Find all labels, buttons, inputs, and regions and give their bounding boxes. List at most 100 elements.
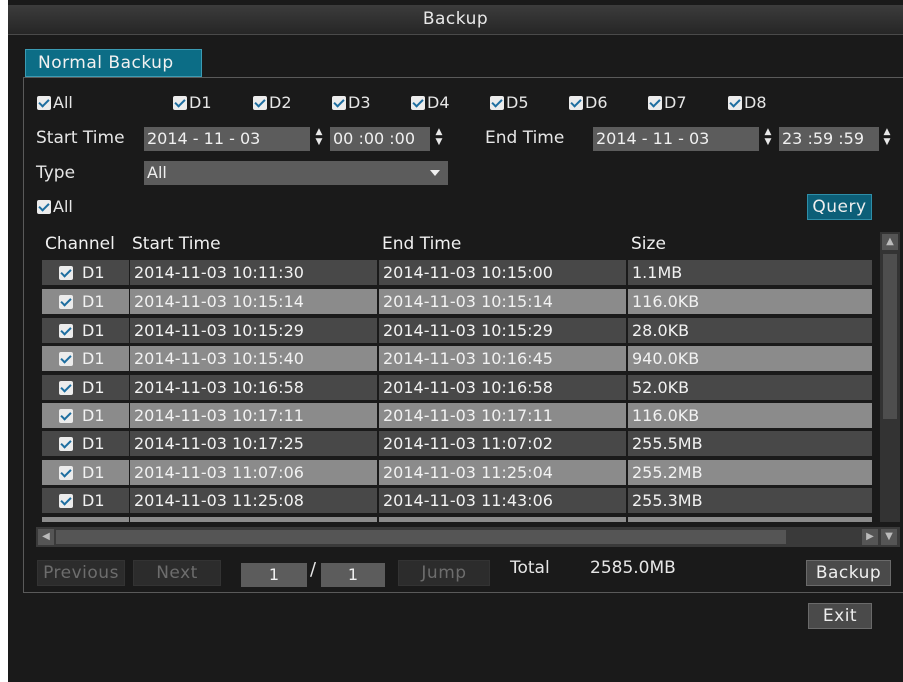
checkbox-checked-icon <box>411 96 425 110</box>
vertical-scrollbar[interactable]: ▲ <box>880 232 900 522</box>
window-title: Backup <box>422 9 489 29</box>
size-cell: 28.0KB <box>628 318 872 343</box>
channel-value: D1 <box>82 406 105 425</box>
scroll-up-icon[interactable]: ▲ <box>882 234 898 250</box>
title-bar: Backup <box>8 5 903 35</box>
table-row[interactable]: D1 2014-11-03 11:07:06 2014-11-03 11:25:… <box>34 460 872 487</box>
table-row[interactable]: D1 2014-11-03 10:15:29 2014-11-03 10:15:… <box>34 318 872 345</box>
table-row[interactable] <box>34 517 872 522</box>
checkbox-checked-icon <box>490 96 504 110</box>
table-row[interactable]: D1 2014-11-03 10:15:14 2014-11-03 10:15:… <box>34 289 872 316</box>
jump-button[interactable]: Jump <box>398 560 490 586</box>
query-button[interactable]: Query <box>807 194 872 220</box>
size-cell: 116.0KB <box>628 403 872 428</box>
scroll-left-icon[interactable]: ◀ <box>38 529 54 545</box>
table-row[interactable]: D1 2014-11-03 10:17:11 2014-11-03 10:17:… <box>34 403 872 430</box>
end-time-cell: 2014-11-03 10:16:45 <box>379 346 626 371</box>
previous-button[interactable]: Previous <box>37 560 125 586</box>
row-checkbox[interactable] <box>59 466 73 480</box>
channel-value: D1 <box>82 349 105 368</box>
channel-cell <box>42 517 129 522</box>
checkbox-checked-icon <box>332 96 346 110</box>
end-time-field[interactable]: 23 :59 :59 <box>779 127 879 151</box>
type-select[interactable]: All <box>144 161 448 185</box>
table-header: Channel Start Time End Time Size <box>34 232 872 258</box>
row-checkbox[interactable] <box>59 266 73 280</box>
channel-d1-label: D1 <box>189 93 212 112</box>
horizontal-scroll-thumb[interactable] <box>56 530 786 544</box>
channel-value: D1 <box>82 292 105 311</box>
channel-value: D1 <box>82 378 105 397</box>
exit-button[interactable]: Exit <box>808 603 872 629</box>
results-table: Channel Start Time End Time Size D1 2014… <box>34 232 872 522</box>
end-time-cell: 2014-11-03 11:43:06 <box>379 488 626 513</box>
size-cell: 255.5MB <box>628 431 872 456</box>
start-time-cell: 2014-11-03 11:25:08 <box>130 488 377 513</box>
channel-d2-label: D2 <box>269 93 292 112</box>
tab-normal-backup[interactable]: Normal Backup <box>25 49 202 77</box>
page-separator: / <box>310 559 317 580</box>
start-date-spinner-icon[interactable]: ▲ ▼ <box>312 127 326 151</box>
row-checkbox[interactable] <box>59 324 73 338</box>
size-cell: 255.3MB <box>628 488 872 513</box>
end-time-cell: 2014-11-03 11:25:04 <box>379 460 626 485</box>
row-checkbox[interactable] <box>59 409 73 423</box>
channel-d8-label: D8 <box>744 93 767 112</box>
checkbox-checked-icon <box>648 96 662 110</box>
horizontal-scrollbar[interactable]: ◀ ▶ ▼ <box>36 527 900 547</box>
channel-d7-label: D7 <box>664 93 687 112</box>
table-row[interactable]: D1 2014-11-03 10:11:30 2014-11-03 10:15:… <box>34 260 872 287</box>
scroll-down-icon[interactable]: ▼ <box>881 529 897 545</box>
size-cell: 52.0KB <box>628 375 872 400</box>
channel-value: D1 <box>82 434 105 453</box>
total-size-value: 2585.0MB <box>590 558 676 578</box>
channel-d6-label: D6 <box>585 93 608 112</box>
end-time-cell: 2014-11-03 10:17:11 <box>379 403 626 428</box>
page-number-input[interactable]: 1 <box>241 563 307 587</box>
table-row[interactable]: D1 2014-11-03 10:15:40 2014-11-03 10:16:… <box>34 346 872 373</box>
start-time-field[interactable]: 00 :00 :00 <box>330 127 430 151</box>
scroll-right-icon[interactable]: ▶ <box>862 529 878 545</box>
vertical-scroll-thumb[interactable] <box>883 254 897 419</box>
channel-d3-label: D3 <box>348 93 371 112</box>
channel-value: D1 <box>82 491 105 510</box>
size-cell: 1.1MB <box>628 260 872 285</box>
size-cell <box>628 517 872 522</box>
table-row[interactable]: D1 2014-11-03 10:16:58 2014-11-03 10:16:… <box>34 375 872 402</box>
table-row[interactable]: D1 2014-11-03 11:25:08 2014-11-03 11:43:… <box>34 488 872 515</box>
size-cell: 940.0KB <box>628 346 872 371</box>
end-time-cell: 2014-11-03 10:15:00 <box>379 260 626 285</box>
start-date-field[interactable]: 2014 - 11 - 03 <box>144 127 310 151</box>
start-time-cell: 2014-11-03 10:15:29 <box>130 318 377 343</box>
checkbox-checked-icon <box>173 96 187 110</box>
end-date-field[interactable]: 2014 - 11 - 03 <box>593 127 759 151</box>
backup-button[interactable]: Backup <box>806 560 891 586</box>
start-time-cell: 2014-11-03 10:17:25 <box>130 431 377 456</box>
size-cell: 255.2MB <box>628 460 872 485</box>
start-time-spinner-icon[interactable]: ▲ ▼ <box>432 127 446 151</box>
type-label: Type <box>36 163 76 183</box>
row-checkbox[interactable] <box>59 437 73 451</box>
total-pages-field: 1 <box>321 563 385 587</box>
total-label: Total <box>510 558 550 578</box>
row-checkbox[interactable] <box>59 494 73 508</box>
checkbox-checked-icon <box>569 96 583 110</box>
channel-d5-label: D5 <box>506 93 529 112</box>
start-time-label: Start Time <box>36 128 125 148</box>
header-size: Size <box>631 234 666 254</box>
checkbox-checked-icon <box>728 96 742 110</box>
start-time-cell: 2014-11-03 11:07:06 <box>130 460 377 485</box>
next-button[interactable]: Next <box>133 560 221 586</box>
row-checkbox[interactable] <box>59 295 73 309</box>
end-time-spinner-icon[interactable]: ▲ ▼ <box>880 127 894 151</box>
row-checkbox[interactable] <box>59 381 73 395</box>
checkbox-checked-icon <box>253 96 267 110</box>
backup-window: Backup Normal Backup All D1 D2 D3 D4 D5 … <box>8 0 903 682</box>
channel-value: D1 <box>82 463 105 482</box>
row-checkbox[interactable] <box>59 352 73 366</box>
end-time-label: End Time <box>485 128 565 148</box>
table-row[interactable]: D1 2014-11-03 10:17:25 2014-11-03 11:07:… <box>34 431 872 458</box>
start-time-cell: 2014-11-03 10:11:30 <box>130 260 377 285</box>
end-date-spinner-icon[interactable]: ▲ ▼ <box>761 127 775 151</box>
start-time-cell: 2014-11-03 10:16:58 <box>130 375 377 400</box>
